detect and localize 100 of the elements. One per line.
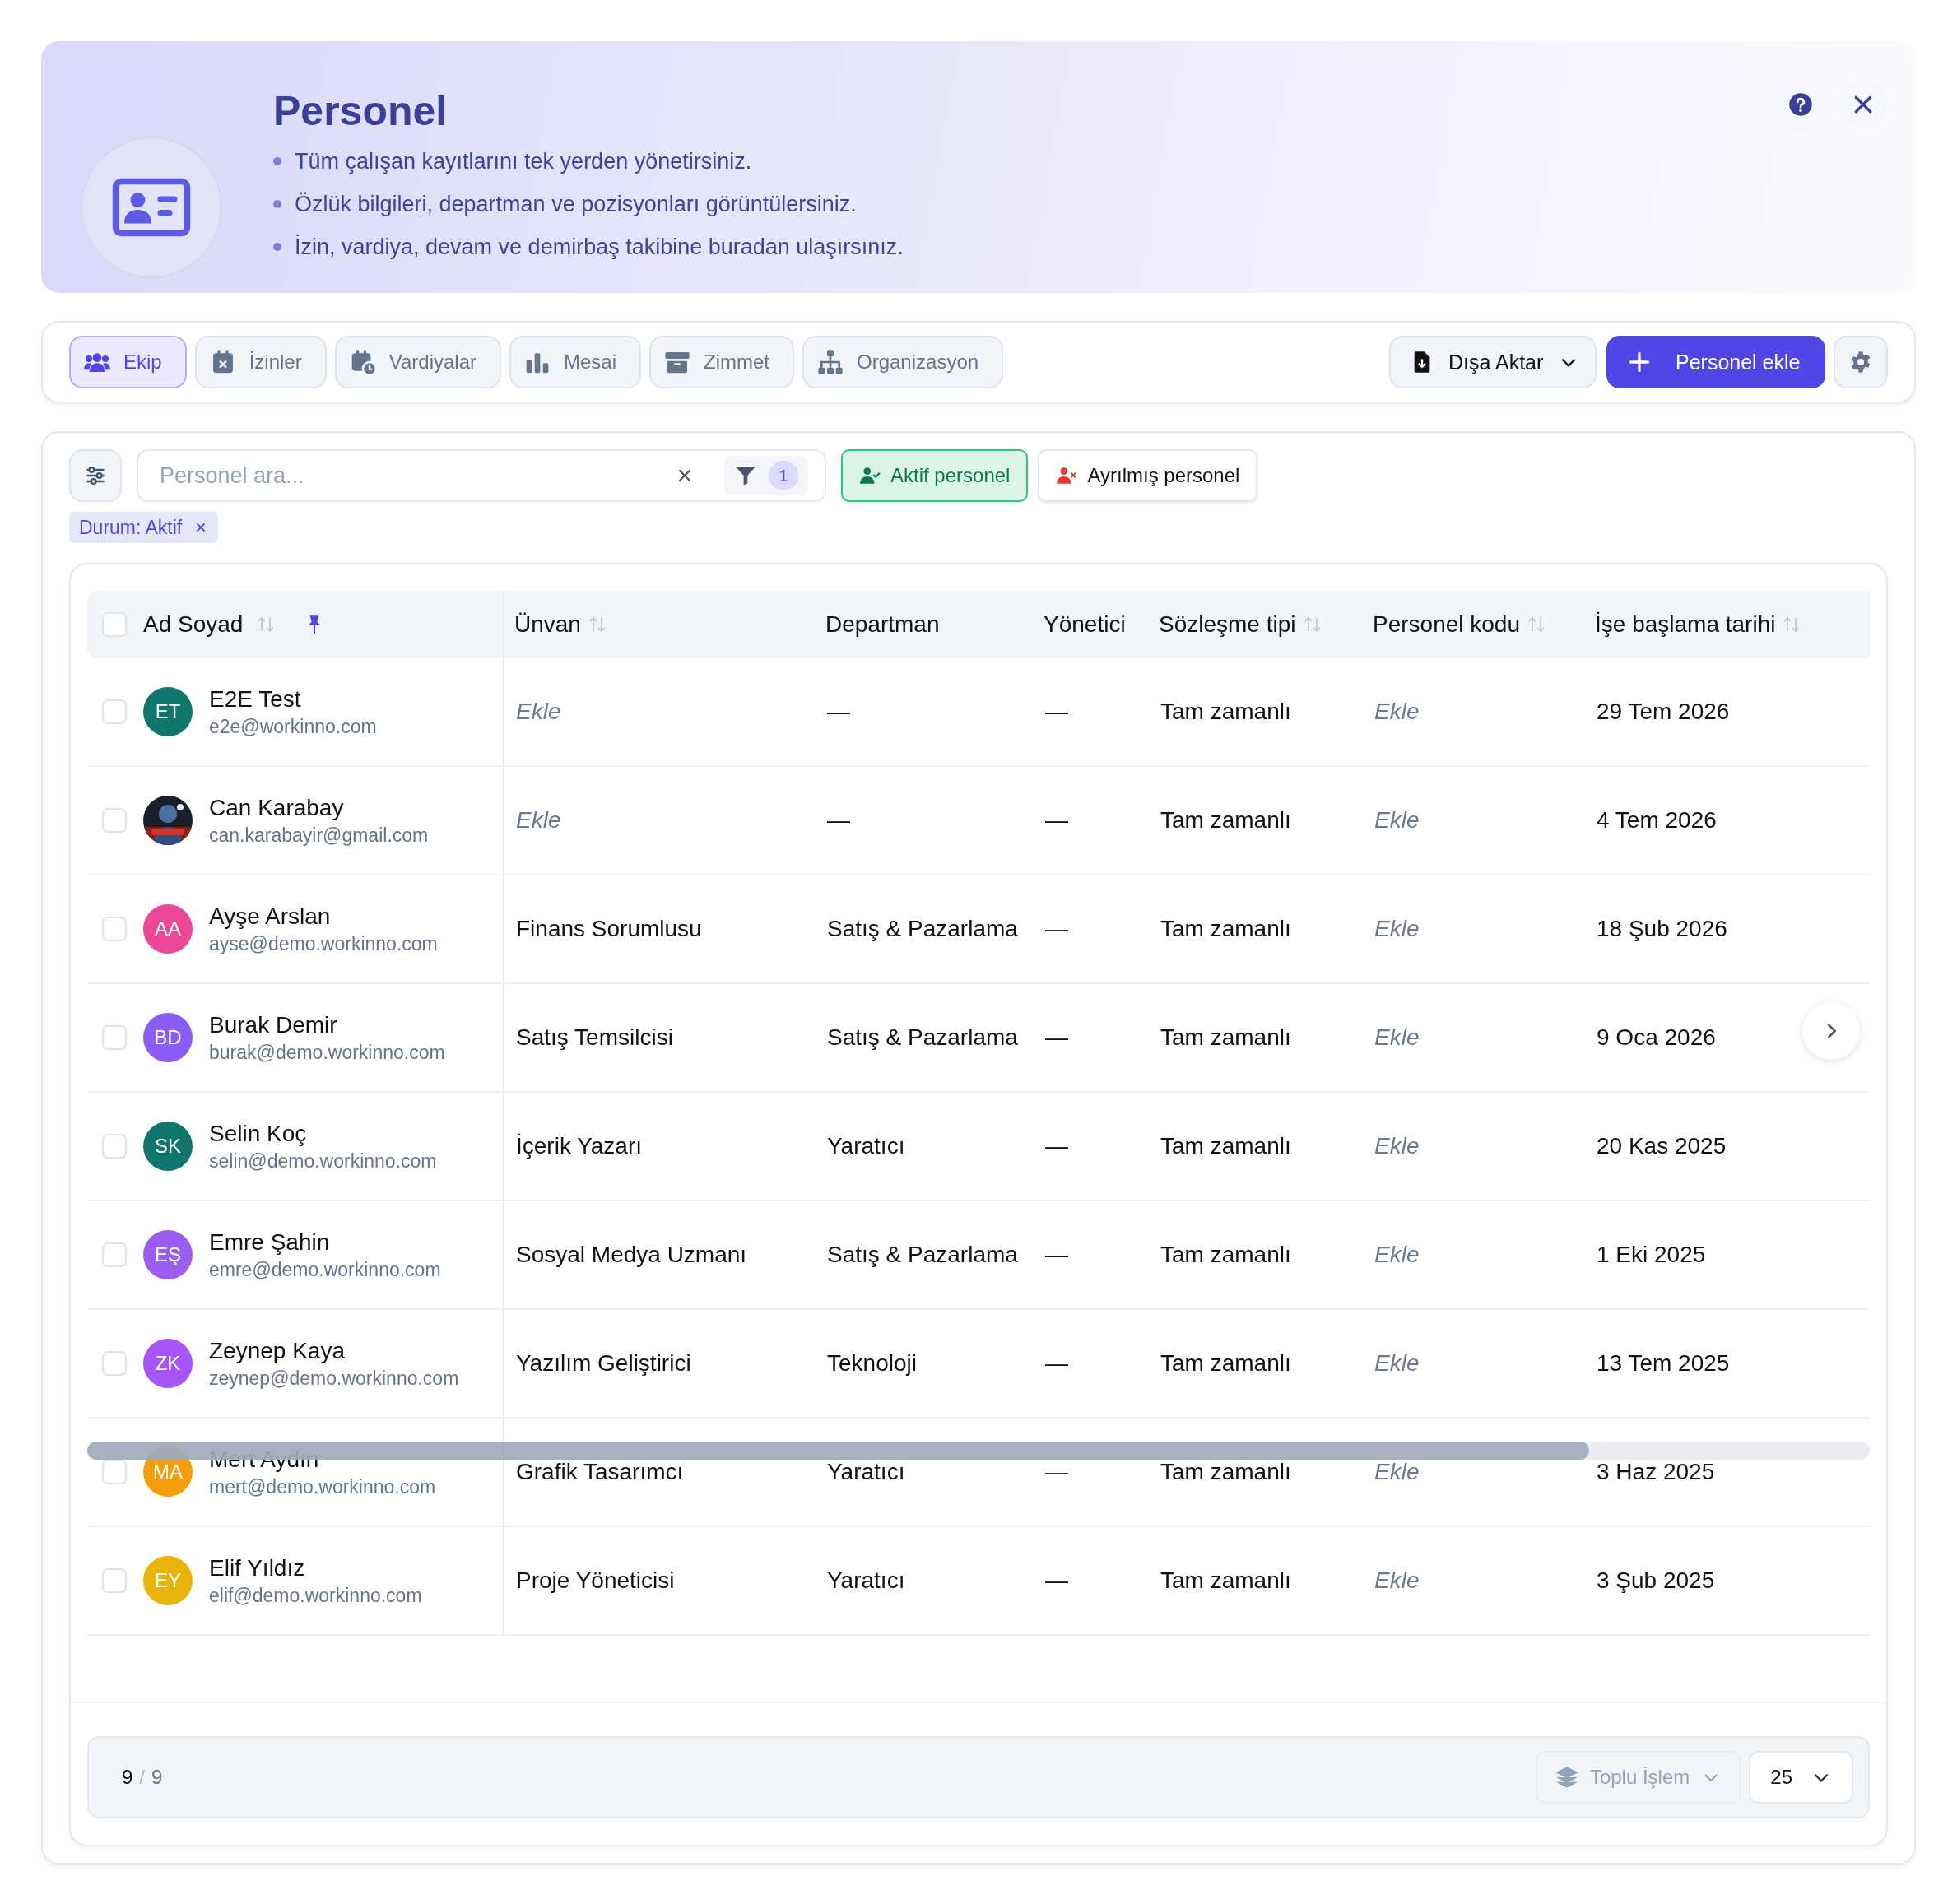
employee-name: Zeynep Kaya: [209, 1337, 346, 1364]
tab[interactable]: Vardiyalar: [334, 336, 501, 388]
employee-name: Burak Demir: [209, 1011, 338, 1038]
row-checkbox[interactable]: [102, 1134, 127, 1159]
bullet-text: Özlük bilgileri, departman ve pozisyonları görüntülersiniz.: [295, 191, 857, 217]
column-header[interactable]: İşe başlama tarihi: [1595, 611, 1776, 638]
add-link[interactable]: Ekle: [1374, 916, 1420, 942]
status-filter-button[interactable]: Ayrılmış personel: [1038, 449, 1258, 502]
table-cell: —: [1045, 1242, 1068, 1268]
table-cell: —: [1045, 1350, 1068, 1377]
employee-email: ayse@demo.workinno.com: [209, 932, 438, 955]
add-link[interactable]: Ekle: [1374, 1459, 1420, 1485]
table-cell: Proje Yöneticisi: [516, 1567, 675, 1594]
row-checkbox[interactable]: [102, 1025, 127, 1050]
employee-email: zeynep@demo.workinno.com: [209, 1367, 459, 1390]
tab[interactable]: Zimmet: [649, 336, 794, 388]
table-cell: 29 Tem 2026: [1597, 699, 1730, 725]
search-field[interactable]: Personel ara... 1: [137, 449, 826, 502]
filter-button[interactable]: 1: [724, 456, 808, 495]
table-cell: Yaratıcı: [827, 1133, 905, 1159]
table-cell: Tam zamanlı: [1160, 1459, 1291, 1485]
table-cell: 9 Oca 2026: [1597, 1024, 1716, 1051]
table-cell: —: [1045, 699, 1068, 725]
column-header[interactable]: Departman: [825, 611, 940, 638]
plus-icon: [1628, 351, 1651, 374]
table-cell: Teknoloji: [827, 1350, 917, 1377]
filter-settings-button[interactable]: [69, 449, 122, 502]
column-header[interactable]: Yönetici: [1044, 611, 1126, 638]
chip-label: Durum: Aktif: [79, 516, 183, 539]
table-cell: 18 Şub 2026: [1597, 916, 1727, 942]
bullet-icon: [273, 200, 281, 208]
tab[interactable]: İzinler: [194, 336, 327, 388]
row-checkbox[interactable]: [102, 808, 127, 833]
status-filter-button[interactable]: Aktif personel: [841, 449, 1029, 502]
table-cell: Tam zamanlı: [1160, 916, 1291, 942]
add-link[interactable]: Ekle: [1374, 1024, 1420, 1051]
bullet-icon: [273, 157, 281, 165]
row-checkbox[interactable]: [102, 1568, 127, 1593]
tab[interactable]: Ekip: [69, 336, 187, 388]
row-checkbox[interactable]: [102, 1351, 127, 1376]
table-cell: Tam zamanlı: [1160, 1024, 1291, 1051]
table-cell: —: [1045, 916, 1068, 942]
add-link[interactable]: Ekle: [1374, 699, 1420, 725]
row-checkbox[interactable]: [102, 699, 127, 724]
add-link[interactable]: Ekle: [516, 807, 561, 834]
avatar: BD: [143, 1013, 193, 1062]
person-check-icon: [859, 465, 881, 486]
table-cell: Tam zamanlı: [1160, 1350, 1291, 1377]
help-icon: [1788, 92, 1813, 117]
table-cell: Tam zamanlı: [1160, 1133, 1291, 1159]
table-cell: Tam zamanlı: [1160, 807, 1291, 834]
employee-name: E2E Test: [209, 685, 302, 713]
row-checkbox[interactable]: [102, 1460, 127, 1484]
avatar: AA: [143, 904, 193, 954]
employee-email: emre@demo.workinno.com: [209, 1258, 441, 1281]
avatar: ZK: [143, 1339, 193, 1388]
column-header[interactable]: Ünvan: [514, 611, 581, 638]
column-header[interactable]: Ad Soyad: [143, 611, 244, 638]
employee-email: selin@demo.workinno.com: [209, 1149, 437, 1173]
add-personnel-button[interactable]: Personel ekle: [1606, 336, 1825, 388]
table-cell: Grafik Tasarımcı: [516, 1459, 684, 1485]
employee-name: Emre Şahin: [209, 1228, 331, 1256]
table-cell: —: [1045, 1567, 1068, 1594]
add-link[interactable]: Ekle: [1374, 1133, 1420, 1159]
employee-name: Can Karabay: [209, 794, 345, 821]
employee-name: Elif Yıldız: [209, 1554, 306, 1581]
table-cell: Satış & Pazarlama: [827, 1242, 1018, 1268]
employee-name: Ayşe Arslan: [209, 903, 332, 930]
add-link[interactable]: Ekle: [1374, 1242, 1420, 1268]
tab[interactable]: Mesai: [509, 336, 641, 388]
settings-button[interactable]: [1834, 336, 1888, 388]
sort-icon: [256, 615, 277, 634]
column-header[interactable]: Sözleşme tipi: [1159, 611, 1296, 638]
page-size-select[interactable]: 25: [1749, 1751, 1853, 1804]
row-checkbox[interactable]: [102, 1242, 127, 1267]
table-cell: Tam zamanlı: [1160, 699, 1291, 725]
table-cell: İçerik Yazarı: [516, 1133, 642, 1159]
table-cell: —: [827, 699, 850, 725]
export-button[interactable]: Dışa Aktar: [1389, 336, 1597, 388]
bulk-action-button[interactable]: Toplu İşlem: [1535, 1751, 1741, 1804]
add-link[interactable]: Ekle: [1374, 807, 1420, 834]
avatar: EŞ: [143, 1230, 193, 1279]
employee-email: mert@demo.workinno.com: [209, 1475, 436, 1498]
add-link[interactable]: Ekle: [1374, 1567, 1420, 1594]
table-cell: Tam zamanlı: [1160, 1567, 1291, 1594]
sort-icon: [1527, 615, 1546, 634]
row-checkbox[interactable]: [102, 917, 127, 941]
table-cell: 1 Eki 2025: [1597, 1242, 1706, 1268]
table-cell: 13 Tem 2025: [1597, 1350, 1730, 1377]
select-all-checkbox[interactable]: [102, 612, 127, 637]
tab[interactable]: Organizasyon: [802, 336, 1004, 388]
table-cell: Satış & Pazarlama: [827, 916, 1018, 942]
add-link[interactable]: Ekle: [516, 699, 561, 725]
avatar: SK: [143, 1122, 193, 1171]
bullet-text: İzin, vardiya, devam ve demirbaş takibine buradan ulaşırsınız.: [295, 234, 904, 260]
scroll-right-button[interactable]: [1802, 1002, 1860, 1060]
id-card-icon: [112, 177, 191, 238]
table-cell: Satış & Pazarlama: [827, 1024, 1018, 1051]
add-link[interactable]: Ekle: [1374, 1350, 1420, 1377]
column-header[interactable]: Personel kodu: [1373, 611, 1520, 638]
